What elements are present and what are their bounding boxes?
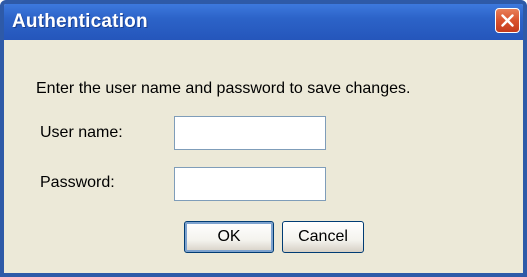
instructions-text: Enter the user name and password to save… <box>36 80 411 97</box>
authentication-dialog: Authentication Enter the user name and p… <box>0 0 527 277</box>
window-title: Authentication <box>12 11 148 32</box>
dialog-body: Enter the user name and password to save… <box>4 40 523 273</box>
cancel-button[interactable]: Cancel <box>282 221 364 253</box>
ok-button[interactable]: OK <box>184 221 274 253</box>
username-label: User name: <box>40 124 123 141</box>
password-field[interactable] <box>174 167 326 201</box>
username-field[interactable] <box>174 116 326 150</box>
password-label: Password: <box>40 174 115 191</box>
title-bar[interactable]: Authentication <box>4 4 523 40</box>
close-icon <box>501 14 514 27</box>
close-button[interactable] <box>495 8 520 33</box>
